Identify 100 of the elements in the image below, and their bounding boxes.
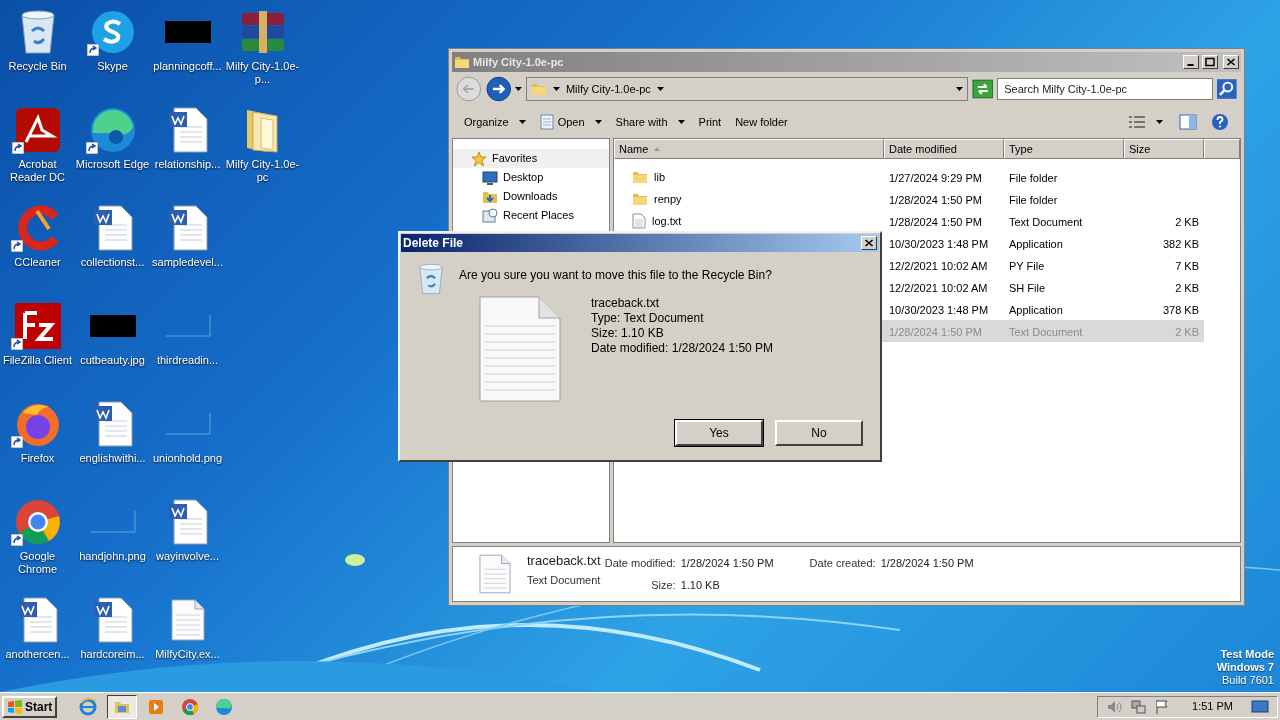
desktop-icon-label[interactable]: hardcoreim... <box>75 648 150 661</box>
app-icon <box>79 697 98 716</box>
date-cell: 1/27/2024 9:29 PM <box>889 172 982 184</box>
caret-icon <box>656 87 664 91</box>
desktop-icon-label[interactable]: thirdreadin... <box>150 354 225 367</box>
toolbar-button[interactable]: Share with <box>609 110 691 134</box>
nav-item[interactable]: Recent Places <box>453 206 609 225</box>
desktop-icon-label[interactable]: collectionst... <box>75 256 150 269</box>
desktop-icon-label[interactable]: relationship... <box>150 158 225 171</box>
details-value: 1/28/2024 1:50 PM <box>680 556 774 571</box>
file-name: renpy <box>654 191 682 207</box>
desktop-icon-label[interactable]: Skype <box>75 60 150 73</box>
date-cell: 1/28/2024 1:50 PM <box>889 326 982 338</box>
caret-icon <box>518 120 526 124</box>
forward-button[interactable] <box>485 76 512 102</box>
size-cell: 2 KB <box>1175 282 1199 294</box>
desktop-icon-label[interactable]: unionhold.png <box>150 452 225 465</box>
column-header[interactable]: Size <box>1124 139 1204 159</box>
toolbar-button[interactable]: Print <box>692 110 728 134</box>
nav-item[interactable]: Favorites <box>453 149 609 168</box>
nav-item[interactable]: Desktop <box>453 168 609 187</box>
dialog-button[interactable]: Yes <box>675 420 763 446</box>
folder-icon <box>632 169 648 185</box>
desktop-icon-label[interactable]: Firefox <box>0 452 75 465</box>
caret-icon <box>955 87 963 91</box>
desktop-icon <box>14 499 61 545</box>
details-file-type: Text Document <box>527 573 601 588</box>
star-icon <box>471 150 487 167</box>
minimize-button[interactable] <box>1183 55 1199 69</box>
toolbar-button[interactable]: New folder <box>729 110 794 134</box>
size-cell: 2 KB <box>1175 326 1199 338</box>
desktop-icon-label[interactable]: anothercen... <box>0 648 75 661</box>
details-label: Date modified: <box>604 556 676 571</box>
file-row[interactable]: log.txt 1/28/2024 1:50 PM Text Document 2 KB <box>614 210 1204 232</box>
desktop-icon-label[interactable]: Recycle Bin <box>0 60 75 73</box>
desktop-icon <box>15 108 60 152</box>
details-label: Date created: <box>809 556 876 571</box>
search-button[interactable] <box>1217 79 1237 99</box>
desktop-icon-label[interactable]: handjohn.png <box>75 550 150 563</box>
dialog-button[interactable]: No <box>775 420 863 446</box>
toolbar-button[interactable]: Organize <box>458 110 532 134</box>
caret-icon <box>594 120 602 124</box>
file-name: log.txt <box>652 213 682 229</box>
type-cell: File folder <box>1009 172 1058 184</box>
close-button[interactable] <box>861 236 877 250</box>
refresh-button[interactable] <box>971 79 994 99</box>
column-header[interactable]: Name <box>614 139 884 159</box>
type-cell: PY File <box>1009 260 1045 272</box>
monitor-icon <box>482 169 498 186</box>
desktop-icon <box>14 401 61 447</box>
help-icon[interactable] <box>1211 113 1229 131</box>
toolbar-button[interactable]: Open <box>533 110 608 134</box>
desktop-icon-label[interactable]: Milfy City-1.0e-pc <box>225 158 300 184</box>
file-row[interactable]: renpy 1/28/2024 1:50 PM File folder <box>614 188 1204 210</box>
search-field[interactable]: Search Milfy City-1.0e-pc <box>997 78 1214 100</box>
clock[interactable]: 1:51 PM <box>1192 698 1233 715</box>
system-note: Build 7601 <box>1222 674 1274 687</box>
address-bar[interactable]: Milfy City-1.0e-pc <box>525 77 968 101</box>
date-cell: 1/28/2024 1:50 PM <box>889 194 982 206</box>
sort-arrow-icon <box>654 147 661 151</box>
nav-item[interactable]: Downloads <box>453 187 609 206</box>
desktop-icon-label[interactable]: FileZilla Client <box>0 354 75 367</box>
app-icon <box>215 697 234 716</box>
type-cell: Application <box>1009 238 1063 250</box>
view-options-icon[interactable] <box>1128 115 1146 129</box>
type-cell: File folder <box>1009 194 1058 206</box>
details-file-name: traceback.txt <box>527 553 601 569</box>
desktop-icon <box>14 303 61 349</box>
folder-icon <box>454 54 470 70</box>
start-button[interactable]: Start <box>2 695 58 718</box>
type-cell: Application <box>1009 304 1063 316</box>
desktop-icon-label[interactable]: englishwithi... <box>75 452 150 465</box>
desktop-icon-label[interactable]: Microsoft Edge <box>75 158 150 171</box>
size-cell: 7 KB <box>1175 260 1199 272</box>
close-button[interactable] <box>1223 55 1239 69</box>
folder-icon <box>530 81 547 97</box>
column-header[interactable]: Type <box>1004 139 1124 159</box>
show-desktop-icon[interactable] <box>1251 699 1269 714</box>
desktop-icon-label[interactable]: sampledevel... <box>150 256 225 269</box>
file-row[interactable]: lib 1/27/2024 9:29 PM File folder <box>614 166 1204 188</box>
desktop-icon-label[interactable]: cutbeauty.jpg <box>75 354 150 367</box>
system-note: Test Mode <box>1220 648 1274 661</box>
caret-icon <box>552 87 560 91</box>
column-header[interactable]: Date modified <box>884 139 1004 159</box>
file-info-line: Date modified: 1/28/2024 1:50 PM <box>591 341 774 356</box>
network-icon[interactable] <box>1130 698 1147 715</box>
desktop-icon-label[interactable]: planningcoff... <box>150 60 225 73</box>
desktop-icon-label[interactable]: MilfyCity.ex... <box>150 648 225 661</box>
flag-icon[interactable] <box>1154 698 1171 715</box>
date-cell: 12/2/2021 10:02 AM <box>889 260 988 272</box>
text-file-icon <box>479 553 511 595</box>
desktop-icon-label[interactable]: Google Chrome <box>0 550 75 576</box>
desktop-icon-label[interactable]: Acrobat Reader DC <box>0 158 75 184</box>
maximize-button[interactable] <box>1202 55 1218 69</box>
taskbar-app[interactable] <box>107 694 138 719</box>
desktop-icon-label[interactable]: wayinvolve... <box>150 550 225 563</box>
desktop-icon-label[interactable]: Milfy City-1.0e-p... <box>225 60 300 86</box>
details-value: 1/28/2024 1:50 PM <box>880 556 974 571</box>
desktop-icon-label[interactable]: CCleaner <box>0 256 75 269</box>
preview-pane-icon[interactable] <box>1179 114 1197 130</box>
